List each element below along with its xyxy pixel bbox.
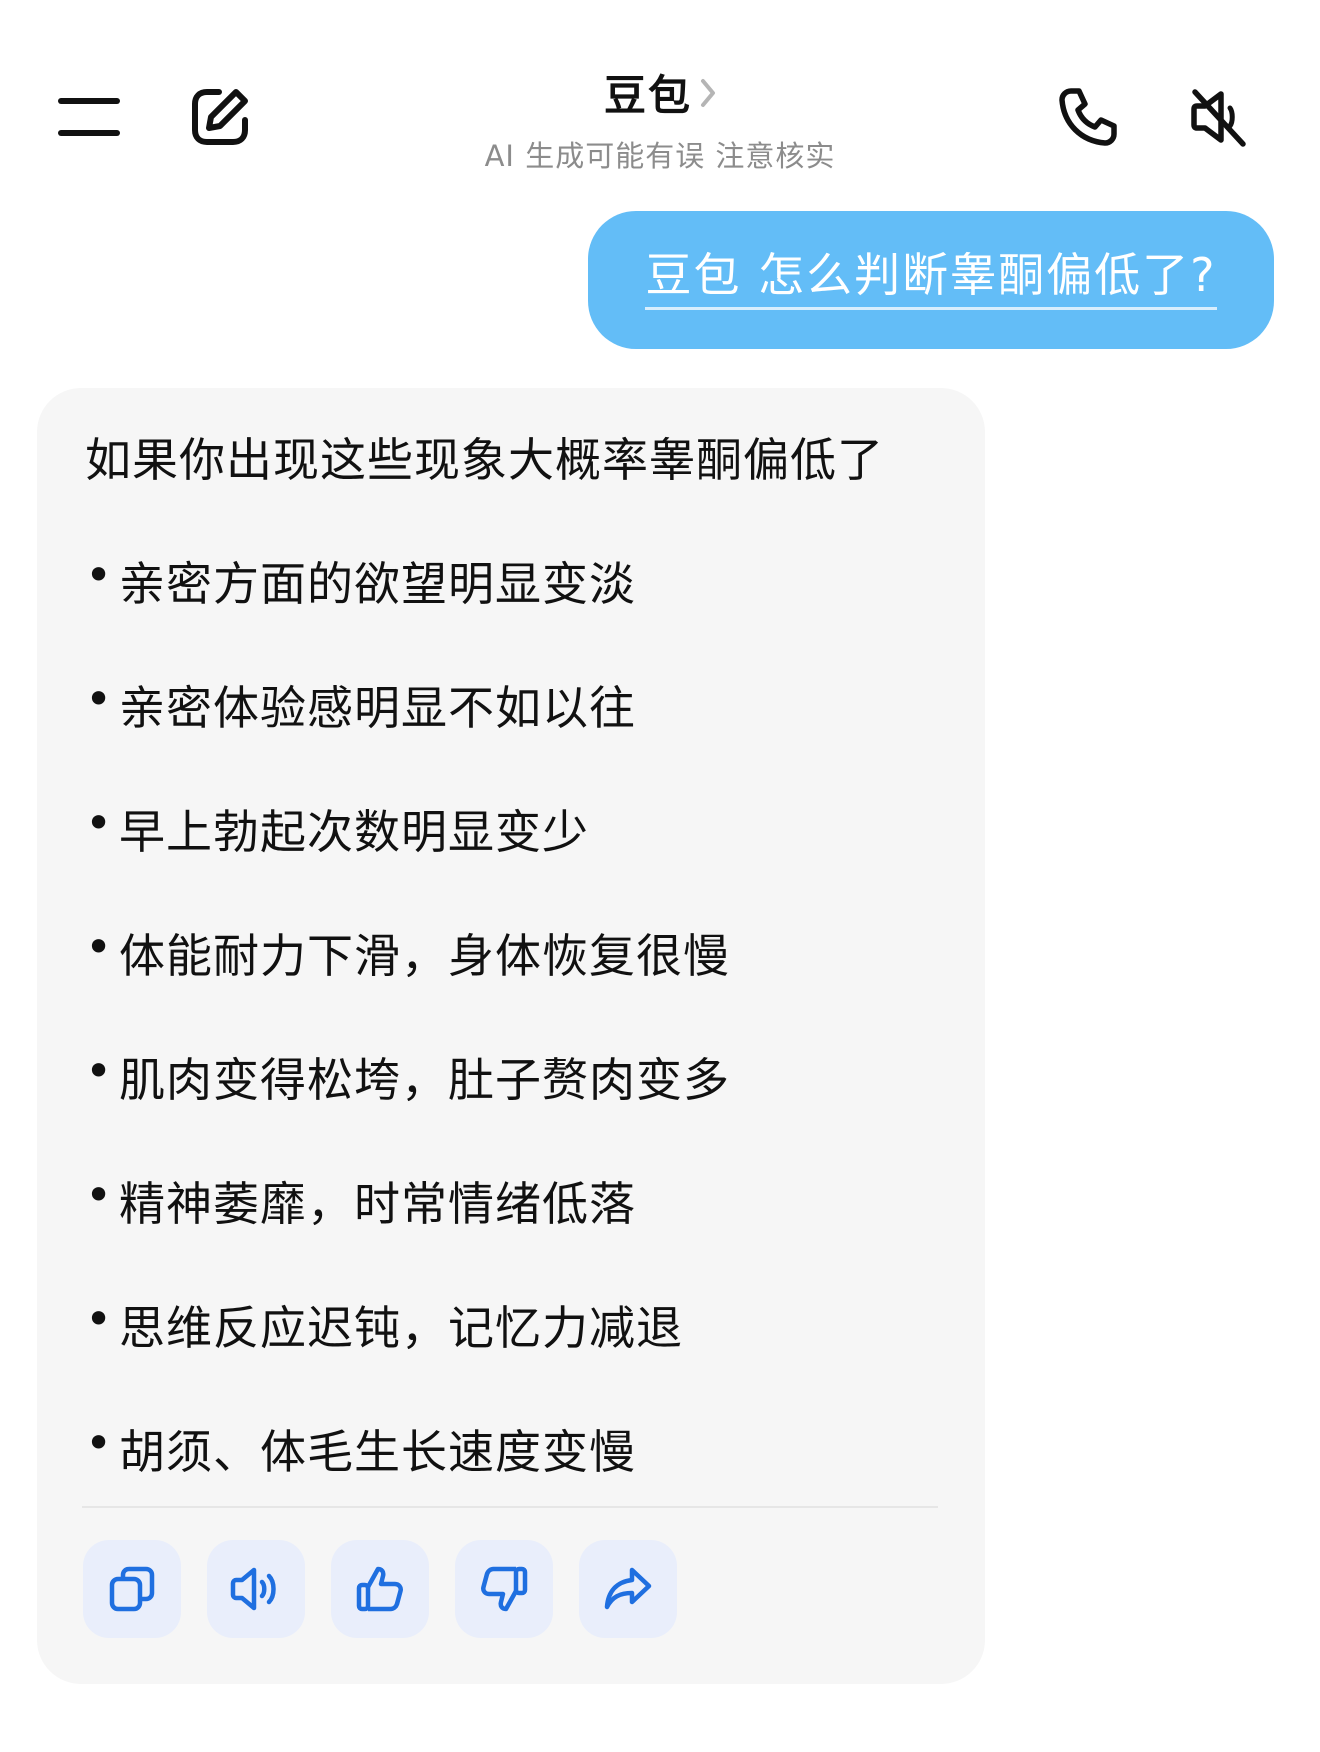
list-item: • 体能耐力下滑，身体恢复很慢	[85, 920, 730, 1044]
message-action-bar	[83, 1540, 677, 1638]
thumbs-down-icon	[481, 1566, 528, 1612]
new-chat-button[interactable]	[175, 72, 265, 162]
symptom-list: • 亲密方面的欲望明显变淡 • 亲密体验感明显不如以往 • 早上勃起次数明显变少 • 体…	[85, 548, 730, 1540]
chevron-right-icon	[701, 78, 715, 107]
list-item: • 思维反应迟钝，记忆力减退	[85, 1292, 730, 1416]
compose-icon	[192, 89, 248, 145]
thumbs-up-icon	[356, 1566, 403, 1612]
list-item: • 亲密方面的欲望明显变淡	[85, 548, 730, 672]
list-item: • 早上勃起次数明显变少	[85, 796, 730, 920]
title-area: 豆包 AI 生成可能有误 注意核实	[360, 62, 960, 175]
speaker-icon	[230, 1567, 276, 1611]
dislike-button[interactable]	[455, 1540, 553, 1638]
share-icon	[604, 1567, 652, 1610]
list-item-text: 思维反应迟钝，记忆力减退	[119, 1301, 683, 1355]
ai-disclaimer: AI 生成可能有误 注意核实	[484, 139, 836, 173]
list-item-text: 亲密体验感明显不如以往	[119, 681, 636, 735]
bullet: •	[85, 796, 114, 850]
copy-button[interactable]	[83, 1540, 181, 1638]
list-item: • 亲密体验感明显不如以往	[85, 672, 730, 796]
bullet: •	[85, 548, 114, 602]
list-item-text: 体能耐力下滑，身体恢复很慢	[119, 929, 730, 983]
like-button[interactable]	[331, 1540, 429, 1638]
list-item-text: 亲密方面的欲望明显变淡	[119, 557, 636, 611]
speaker-muted-icon	[1191, 89, 1246, 147]
list-item-text: 精神萎靡，时常情绪低落	[119, 1177, 636, 1231]
page-title: 豆包	[603, 71, 692, 120]
menu-icon	[58, 98, 120, 136]
list-item: • 精神萎靡，时常情绪低落	[85, 1168, 730, 1292]
bullet: •	[85, 1044, 114, 1098]
read-aloud-button[interactable]	[207, 1540, 305, 1638]
chat-header: 豆包 AI 生成可能有误 注意核实	[0, 0, 1320, 190]
copy-icon	[109, 1566, 155, 1612]
bullet: •	[85, 920, 114, 974]
list-item-text: 肌肉变得松垮，肚子赘肉变多	[119, 1053, 730, 1107]
mute-toggle-button[interactable]	[1173, 72, 1263, 162]
user-message-text: 豆包 怎么判断睾酮偏低了?	[645, 250, 1217, 310]
bullet: •	[85, 672, 114, 726]
voice-call-button[interactable]	[1043, 72, 1133, 162]
bot-title-link[interactable]: 豆包	[604, 62, 716, 123]
assistant-intro-text: 如果你出现这些现象大概率睾酮偏低了	[85, 433, 884, 487]
list-item: • 肌肉变得松垮，肚子赘肉变多	[85, 1044, 730, 1168]
list-item: • 胡须、体毛生长速度变慢	[85, 1416, 730, 1540]
share-button[interactable]	[579, 1540, 677, 1638]
menu-button[interactable]	[44, 72, 134, 162]
phone-icon	[1059, 88, 1117, 146]
bullet: •	[85, 1292, 114, 1346]
list-item-text: 胡须、体毛生长速度变慢	[119, 1425, 636, 1479]
card-divider	[82, 1506, 938, 1508]
bullet: •	[85, 1416, 114, 1470]
bullet: •	[85, 1168, 114, 1222]
assistant-message-card: 如果你出现这些现象大概率睾酮偏低了 • 亲密方面的欲望明显变淡 • 亲密体验感明显不…	[37, 388, 985, 1684]
list-item-text: 早上勃起次数明显变少	[119, 805, 589, 859]
user-message-bubble[interactable]: 豆包 怎么判断睾酮偏低了?	[588, 211, 1274, 349]
